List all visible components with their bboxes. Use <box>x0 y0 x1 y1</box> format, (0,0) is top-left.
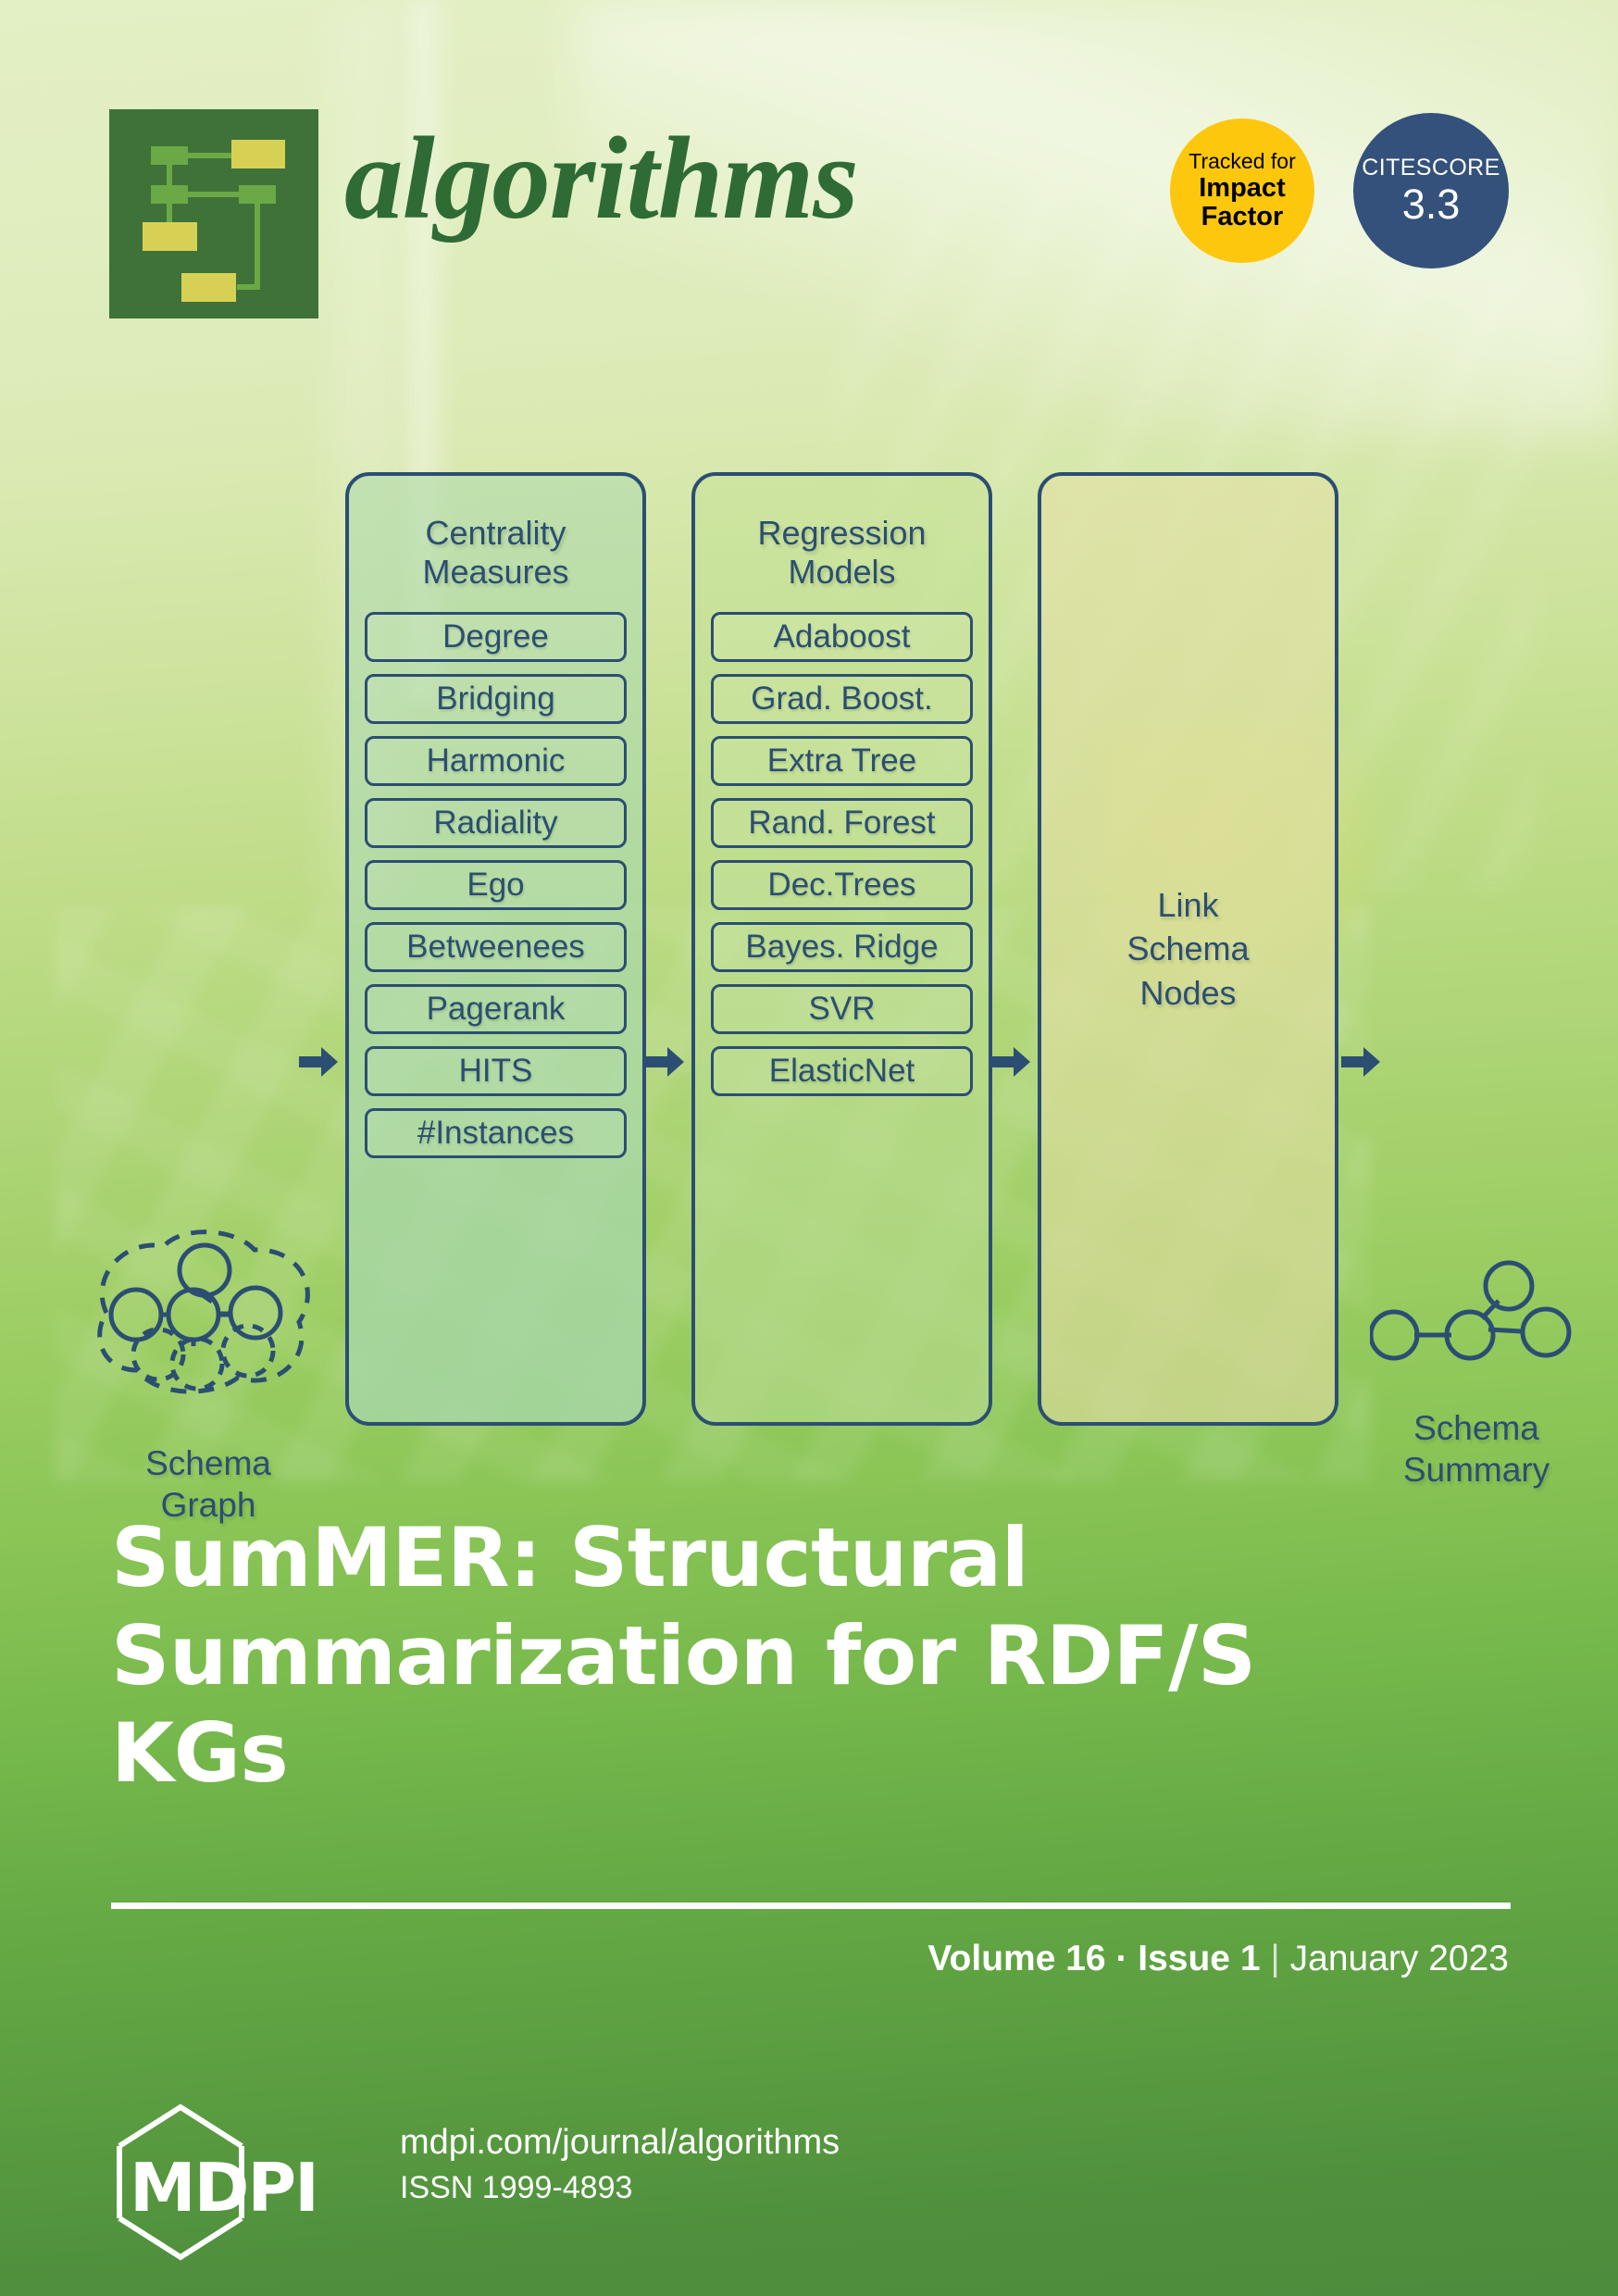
chip-instances[interactable]: #Instances <box>365 1107 627 1158</box>
journal-issn: ISSN 1999-4893 <box>400 2170 633 2206</box>
schema-summary-label-line2: Summary <box>1402 1451 1550 1490</box>
stage-centrality-measures: Centrality Measures Degree Bridging Harm… <box>345 472 646 1426</box>
pipeline-diagram: Schema Graph Centrality Measures Degree … <box>0 454 1618 1524</box>
schema-summary-icon <box>1368 1257 1574 1378</box>
impact-factor-badge: Tracked for Impact Factor <box>1170 119 1314 263</box>
arrow-right-icon-2 <box>645 1046 684 1078</box>
journal-cover: algorithms Tracked for Impact Factor CIT… <box>0 0 1618 2296</box>
schema-graph-icon <box>79 1222 338 1416</box>
stage-centrality-heading: Centrality Measures <box>422 514 568 592</box>
stage-link-heading: Link Schema Nodes <box>1126 883 1249 1016</box>
journal-name: algorithms <box>344 114 859 243</box>
chip-adaboost[interactable]: Adaboost <box>711 611 973 662</box>
centrality-chip-list: Degree Bridging Harmonic Radiality Ego B… <box>349 611 642 1158</box>
chip-harmonic[interactable]: Harmonic <box>365 735 627 786</box>
algorithms-logo-icon <box>109 109 318 318</box>
stage-regression-heading: Regression Models <box>757 514 926 592</box>
chip-dec-trees[interactable]: Dec.Trees <box>711 859 973 910</box>
chip-hits[interactable]: HITS <box>365 1045 627 1096</box>
schema-summary-label: Schema Summary <box>1361 1407 1592 1491</box>
regression-chip-list: Adaboost Grad. Boost. Extra Tree Rand. F… <box>695 611 989 1096</box>
issue-separator: | <box>1270 1939 1280 1978</box>
title-divider <box>111 1903 1511 1909</box>
citescore-badge: CITESCORE 3.3 <box>1353 113 1509 268</box>
issue-info: Volume 16 · Issue 1 | January 2023 <box>927 1939 1509 1979</box>
stage-regression-heading-line1: Regression <box>757 514 927 552</box>
stage-link-heading-line2: Schema <box>1126 930 1250 968</box>
chip-rand-forest[interactable]: Rand. Forest <box>711 797 973 848</box>
schema-summary-label-line1: Schema <box>1413 1409 1539 1447</box>
impact-badge-line3: Factor <box>1201 202 1284 232</box>
chip-grad-boost[interactable]: Grad. Boost. <box>711 673 973 724</box>
chip-betweenees[interactable]: Betweenees <box>365 921 627 972</box>
stage-link-heading-line1: Link <box>1157 885 1219 924</box>
mdpi-logo: MDPI <box>113 2102 328 2263</box>
impact-badge-line2: Impact <box>1199 172 1286 203</box>
chip-bayes-ridge[interactable]: Bayes. Ridge <box>711 921 973 972</box>
chip-radiality[interactable]: Radiality <box>365 797 627 848</box>
arrow-right-icon-3 <box>991 1046 1030 1078</box>
svg-text:MDPI: MDPI <box>130 2149 317 2227</box>
volume-issue: Volume 16 · Issue 1 <box>927 1939 1261 1978</box>
chip-svr[interactable]: SVR <box>711 983 973 1034</box>
cover-article-title: SumMER: Structural Summarization for RDF… <box>111 1510 1256 1802</box>
citescore-label: CITESCORE <box>1362 155 1500 181</box>
chip-ego[interactable]: Ego <box>365 859 627 910</box>
journal-website: mdpi.com/journal/algorithms <box>400 2123 840 2162</box>
stage-regression-models: Regression Models Adaboost Grad. Boost. … <box>691 472 992 1426</box>
citescore-value: 3.3 <box>1401 180 1461 228</box>
impact-badge-line1: Tracked for <box>1189 149 1296 174</box>
chip-degree[interactable]: Degree <box>365 611 627 662</box>
stage-link-schema-nodes: Link Schema Nodes <box>1038 472 1338 1426</box>
stage-centrality-heading-line1: Centrality <box>425 514 566 552</box>
chip-extra-tree[interactable]: Extra Tree <box>711 735 973 786</box>
chip-bridging[interactable]: Bridging <box>365 673 627 724</box>
footer-info: mdpi.com/journal/algorithms ISSN 1999-48… <box>400 2118 840 2210</box>
stage-link-heading-line3: Nodes <box>1139 973 1237 1012</box>
chip-elasticnet[interactable]: ElasticNet <box>711 1045 973 1096</box>
chip-pagerank[interactable]: Pagerank <box>365 983 627 1034</box>
arrow-right-icon-1 <box>299 1046 338 1078</box>
arrow-right-icon-4 <box>1341 1046 1380 1078</box>
stage-centrality-heading-line2: Measures <box>422 552 569 591</box>
stage-regression-heading-line2: Models <box>788 552 896 591</box>
issue-date: January 2023 <box>1289 1939 1509 1978</box>
schema-graph-label-line1: Schema <box>145 1444 271 1482</box>
